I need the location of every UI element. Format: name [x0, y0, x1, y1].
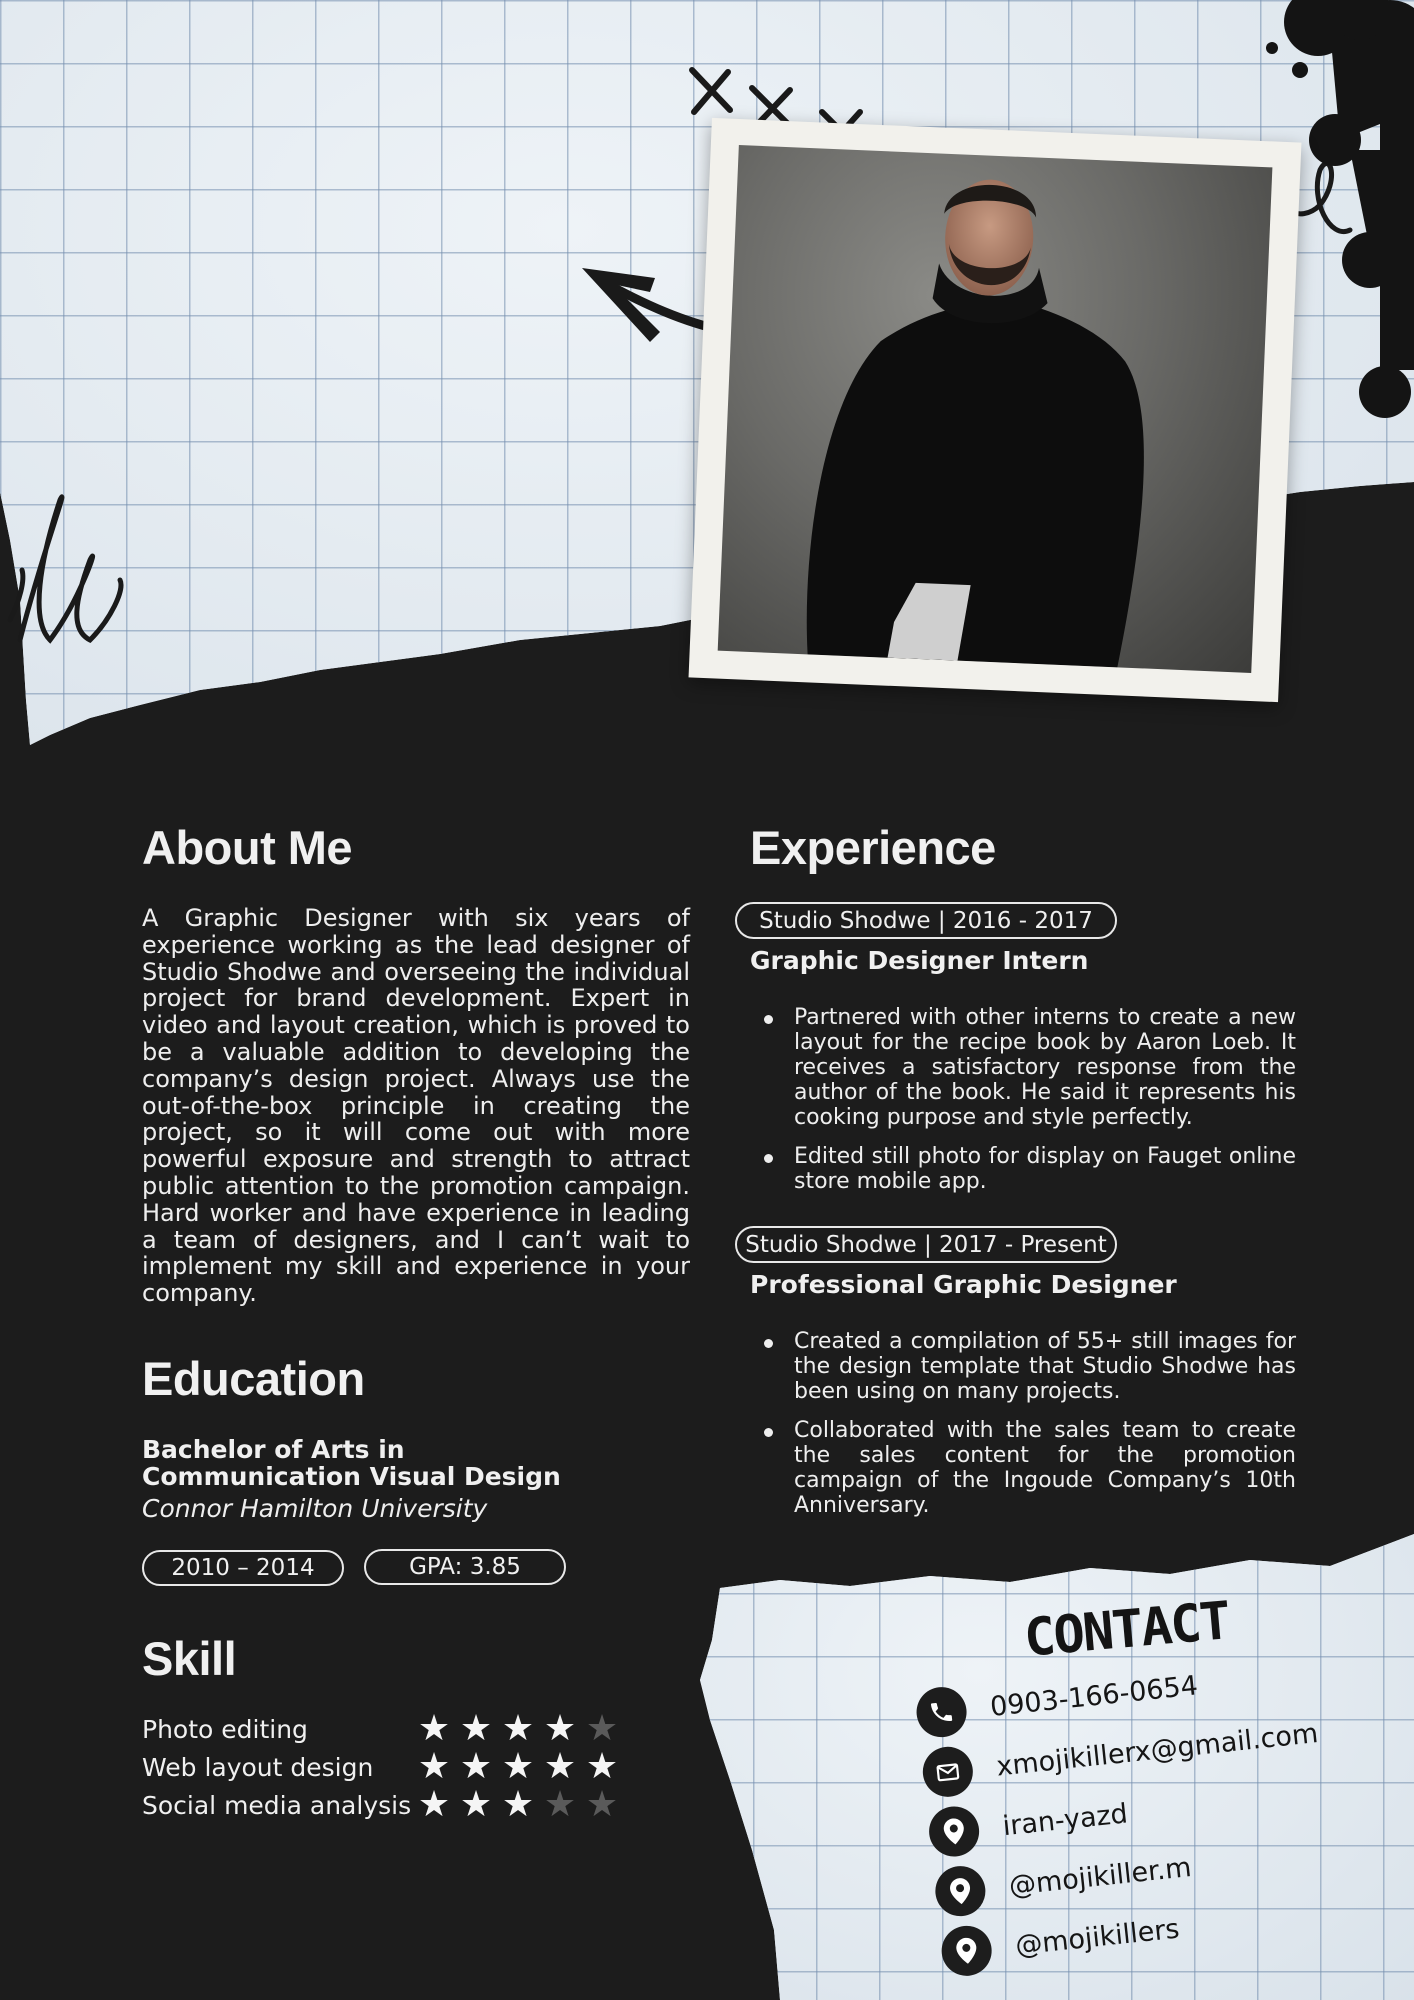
- star-icon: ★: [501, 1784, 535, 1825]
- mail-icon: [920, 1744, 976, 1800]
- job-period-badge: Studio Shodwe | 2017 - Present: [735, 1226, 1117, 1263]
- job-period-badge: Studio Shodwe | 2016 - 2017: [735, 902, 1117, 939]
- contact-list: 0903-166-0654 xmojikillerx@gmail.com ira…: [912, 1626, 1363, 1988]
- job-bullets: Partnered with other interns to create a…: [750, 1005, 1296, 1194]
- job-title: Graphic Designer Intern: [750, 946, 1089, 975]
- skill-row: Web layout design ★ ★ ★ ★ ★: [142, 1746, 622, 1787]
- degree-line-2: Communication Visual Design: [142, 1462, 561, 1491]
- person-silhouette-icon: [806, 179, 1144, 668]
- skill-name: Web layout design: [142, 1752, 374, 1782]
- skill-rating: ★ ★ ★ ★ ★: [414, 1784, 622, 1825]
- phone-icon: [914, 1684, 970, 1740]
- contact-location: iran-yazd: [1001, 1797, 1130, 1842]
- location-pin-icon: [932, 1863, 988, 1919]
- star-icon: ★: [459, 1746, 493, 1787]
- star-icon: ★: [417, 1746, 451, 1787]
- star-icon: ★: [543, 1708, 577, 1749]
- education-school: Connor Hamilton University: [142, 1494, 488, 1523]
- skill-row: Photo editing ★ ★ ★ ★ ★: [142, 1708, 622, 1749]
- education-degree: Bachelor of Arts in Communication Visual…: [142, 1436, 561, 1490]
- job-bullet: Partnered with other interns to create a…: [750, 1005, 1296, 1130]
- about-heading: About Me: [142, 821, 353, 874]
- education-heading: Education: [142, 1352, 365, 1405]
- contact-email[interactable]: xmojikillerx@gmail.com: [995, 1717, 1320, 1782]
- profile-photo: [717, 145, 1273, 673]
- education-years-badge: 2010 – 2014: [142, 1550, 344, 1586]
- education-gpa-badge: GPA: 3.85: [364, 1549, 566, 1585]
- star-icon: ★: [459, 1784, 493, 1825]
- contact-social-handle[interactable]: @mojikiller.m: [1007, 1851, 1192, 1901]
- job-bullets: Created a compilation of 55+ still image…: [750, 1329, 1296, 1518]
- star-empty-icon: ★: [543, 1784, 577, 1825]
- location-pin-icon: [926, 1804, 982, 1859]
- skill-name: Photo editing: [142, 1714, 308, 1744]
- loop-scribble-icon: [7, 494, 124, 644]
- star-empty-icon: ★: [585, 1784, 619, 1825]
- degree-line-1: Bachelor of Arts in: [142, 1435, 405, 1464]
- contact-phone[interactable]: 0903-166-0654: [989, 1670, 1200, 1723]
- star-empty-icon: ★: [585, 1708, 619, 1749]
- resume-page: About Me A Graphic Designer with six yea…: [0, 0, 1414, 2000]
- job-bullet: Collaborated with the sales team to crea…: [750, 1418, 1296, 1518]
- skill-rating: ★ ★ ★ ★ ★: [414, 1746, 622, 1787]
- experience-heading: Experience: [750, 821, 996, 874]
- contact-social-handle[interactable]: @mojikillers: [1014, 1913, 1181, 1961]
- star-icon: ★: [543, 1746, 577, 1787]
- star-icon: ★: [417, 1784, 451, 1825]
- job-bullet: Edited still photo for display on Fauget…: [750, 1144, 1296, 1194]
- star-icon: ★: [501, 1746, 535, 1787]
- skill-heading: Skill: [142, 1632, 237, 1685]
- star-icon: ★: [501, 1708, 535, 1749]
- skill-rating: ★ ★ ★ ★ ★: [414, 1708, 622, 1749]
- skill-name: Social media analysis: [142, 1790, 412, 1820]
- job-title: Professional Graphic Designer: [750, 1270, 1177, 1299]
- location-pin-icon: [939, 1923, 995, 1979]
- profile-photo-frame: [688, 117, 1302, 703]
- star-icon: ★: [459, 1708, 493, 1749]
- contact-row-location: iran-yazd: [926, 1788, 1131, 1859]
- job-bullet: Created a compilation of 55+ still image…: [750, 1329, 1296, 1404]
- skill-row: Social media analysis ★ ★ ★ ★ ★: [142, 1784, 622, 1825]
- contact-row-social: @mojikillers: [939, 1904, 1182, 1979]
- about-text: A Graphic Designer with six years of exp…: [142, 904, 690, 1308]
- star-icon: ★: [417, 1708, 451, 1749]
- star-icon: ★: [585, 1746, 619, 1787]
